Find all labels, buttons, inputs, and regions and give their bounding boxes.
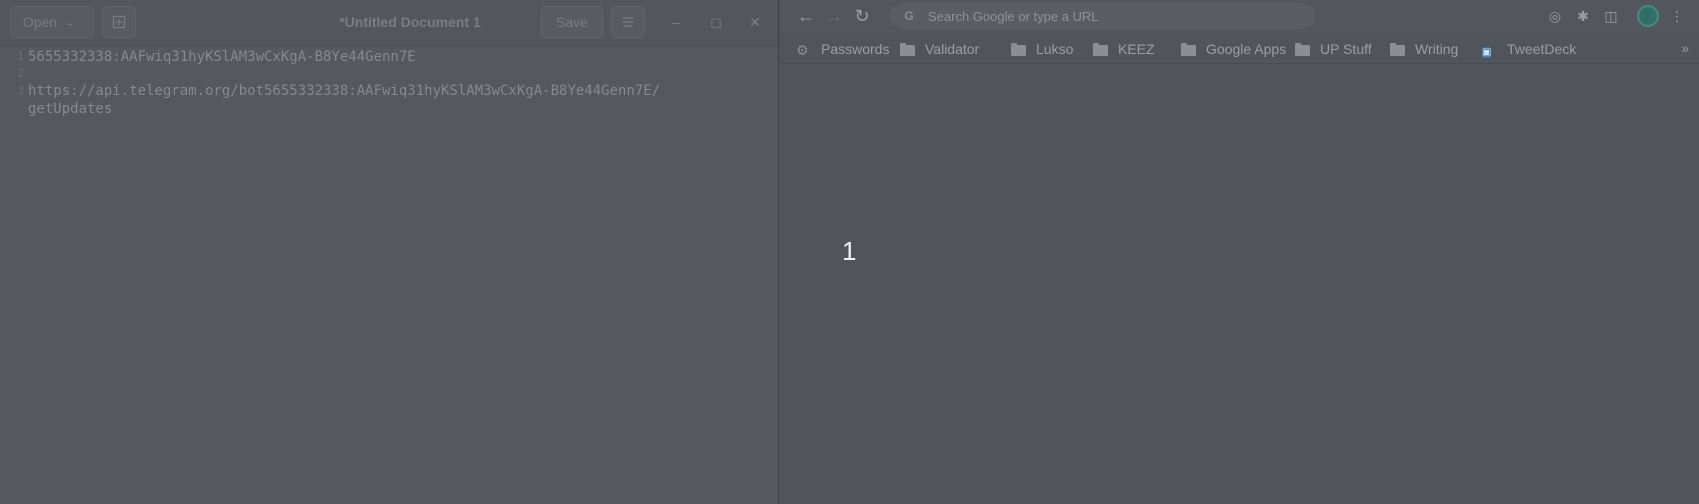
bookmarks-overflow-button[interactable]: » xyxy=(1681,40,1689,56)
back-button[interactable]: ← xyxy=(794,4,818,28)
editor-header-bar: Open ⌄ *Untitled Document 1 Save – ◻ ✕ xyxy=(0,0,778,46)
bookmark-label: Passwords xyxy=(821,41,890,57)
open-button-label: Open xyxy=(22,14,58,30)
bookmark-label: Validator xyxy=(925,41,980,57)
folder-icon xyxy=(1181,42,1197,56)
text-editor-window: Open ⌄ *Untitled Document 1 Save – ◻ ✕ 1… xyxy=(0,0,779,504)
bookmark-writing[interactable]: Writing xyxy=(1390,39,1458,59)
bookmark-label: Lukso xyxy=(1036,41,1074,57)
line-text: 5655332338:AAFwiq31hyKSlAM3wCxKgA-B8Ye44… xyxy=(28,49,416,65)
bookmark-keez[interactable]: KEEZ xyxy=(1093,39,1155,59)
bookmark-validator[interactable]: Validator xyxy=(900,39,979,59)
arrow-right-icon: → xyxy=(825,6,843,26)
gear-icon: ⚙ xyxy=(796,42,809,58)
save-button[interactable]: Save xyxy=(541,6,603,38)
forward-button[interactable]: → xyxy=(822,4,846,28)
open-button[interactable]: Open ⌄ xyxy=(10,6,94,38)
bookmark-label: Writing xyxy=(1415,41,1459,57)
editor-line: 1 5655332338:AAFwiq31hyKSlAM3wCxKgA-B8Ye… xyxy=(0,48,778,66)
kebab-menu-icon[interactable]: ⋮ xyxy=(1667,6,1687,26)
folder-icon xyxy=(1011,42,1027,56)
side-panel-icon[interactable]: ◫ xyxy=(1601,6,1621,26)
bookmark-tweetdeck[interactable]: ▣ TweetDeck xyxy=(1482,39,1576,59)
editor-line: 3 https://api.telegram.org/bot5655332338… xyxy=(0,82,778,100)
close-button[interactable]: ✕ xyxy=(745,12,765,32)
folder-icon xyxy=(1093,42,1109,56)
line-text: https://api.telegram.org/bot5655332338:A… xyxy=(28,83,661,99)
omnibox[interactable]: G xyxy=(890,3,1315,29)
maximize-icon: ◻ xyxy=(710,14,722,30)
line-number: 1 xyxy=(17,50,24,63)
bookmark-passwords[interactable]: ⚙ Passwords xyxy=(796,39,889,59)
minimize-button[interactable]: – xyxy=(666,12,686,32)
folder-icon xyxy=(900,42,916,56)
chevron-down-icon: ⌄ xyxy=(65,15,76,29)
document-title: *Untitled Document 1 xyxy=(339,14,481,30)
bookmarks-bar: ⚙ Passwords Validator Lukso KEEZ Google … xyxy=(780,34,1699,64)
page-number-label: 1 xyxy=(842,236,857,266)
bookmark-label: Google Apps xyxy=(1206,41,1287,57)
profile-avatar[interactable] xyxy=(1637,5,1659,27)
hamburger-menu-button[interactable] xyxy=(611,6,645,38)
puzzle-piece-icon[interactable]: ✱ xyxy=(1573,6,1593,26)
line-number: 3 xyxy=(17,84,24,97)
hamburger-menu-icon xyxy=(623,17,633,27)
editor-line-wrapped: getUpdates xyxy=(0,100,778,118)
editor-line: 2 xyxy=(0,65,778,83)
extension-circle-icon[interactable]: ◎ xyxy=(1545,6,1565,26)
arrow-left-icon: ← xyxy=(797,6,815,26)
maximize-button[interactable]: ◻ xyxy=(706,12,726,32)
bookmark-google-apps[interactable]: Google Apps xyxy=(1181,39,1286,59)
close-icon: ✕ xyxy=(749,14,761,30)
minimize-icon: – xyxy=(672,14,680,30)
new-document-icon xyxy=(112,15,126,29)
bookmark-up-stuff[interactable]: UP Stuff xyxy=(1295,39,1372,59)
browser-toolbar: ← → ↻ G ◎ ✱ ◫ ⋮ xyxy=(780,0,1699,32)
new-document-button[interactable] xyxy=(102,6,136,38)
line-text: getUpdates xyxy=(28,101,113,117)
bookmark-label: UP Stuff xyxy=(1320,41,1372,57)
bookmark-label: KEEZ xyxy=(1118,41,1155,57)
omnibox-input[interactable] xyxy=(926,6,1315,26)
google-logo-icon: G xyxy=(904,9,914,23)
editor-text-area[interactable]: 1 5655332338:AAFwiq31hyKSlAM3wCxKgA-B8Ye… xyxy=(0,46,778,504)
folder-icon xyxy=(1390,42,1406,56)
tweetdeck-icon: ▣ xyxy=(1482,47,1492,58)
folder-icon xyxy=(1295,42,1311,56)
reload-icon: ↻ xyxy=(854,6,870,26)
bookmark-label: TweetDeck xyxy=(1507,41,1577,57)
page-content: 1 xyxy=(780,64,1699,504)
browser-window: ← → ↻ G ◎ ✱ ◫ ⋮ ⚙ Passwords Validator Lu… xyxy=(780,0,1699,504)
line-number: 2 xyxy=(17,67,24,80)
bookmark-lukso[interactable]: Lukso xyxy=(1011,39,1073,59)
reload-button[interactable]: ↻ xyxy=(850,4,874,28)
